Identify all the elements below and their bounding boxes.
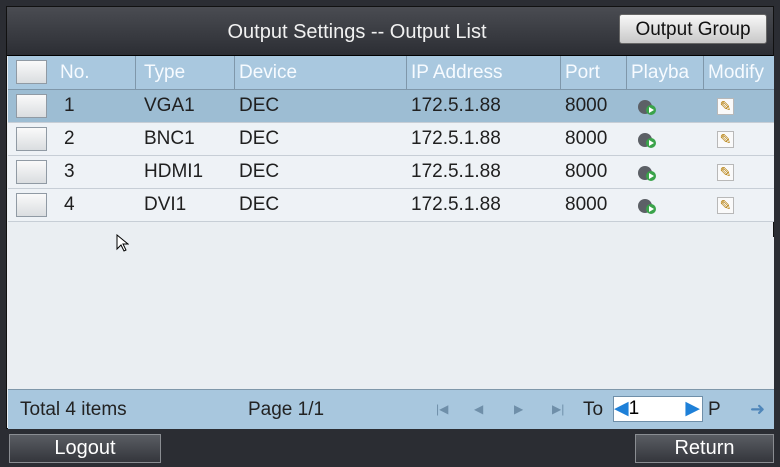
to-label: To	[583, 399, 604, 420]
pagination-bar: Total 4 items Page 1/1 |◀ ◀ ▶ ▶| To ◀1 ▶ …	[8, 389, 774, 429]
select-all-checkbox[interactable]	[16, 60, 47, 84]
row-number: 2	[64, 128, 75, 149]
return-button[interactable]: Return	[635, 434, 774, 463]
playback-icon[interactable]	[637, 98, 658, 116]
page-number-value: 1	[628, 398, 640, 419]
row-number: 4	[64, 194, 75, 215]
playback-icon[interactable]	[637, 131, 658, 149]
row-ip-address: 172.5.1.88	[411, 194, 501, 215]
output-table: No. Type Device IP Address Port Playba M…	[8, 56, 774, 222]
edit-icon[interactable]: ✎	[717, 164, 734, 181]
column-modify: Modify	[708, 62, 764, 83]
row-number: 3	[64, 161, 75, 182]
edit-icon[interactable]: ✎	[717, 197, 734, 214]
row-ip-address: 172.5.1.88	[411, 95, 501, 116]
table-row[interactable]: 3 HDMI1 DEC 172.5.1.88 8000 ✎	[8, 156, 774, 189]
page-indicator: Page 1/1	[248, 399, 325, 420]
title-bar: Output Settings -- Output List Output Gr…	[7, 7, 773, 56]
mouse-cursor-icon	[116, 234, 129, 252]
playback-icon[interactable]	[637, 164, 658, 182]
row-type: DVI1	[144, 194, 187, 215]
page-number-input[interactable]: ◀1 ▶	[613, 396, 703, 422]
row-checkbox[interactable]	[16, 160, 47, 184]
table-row[interactable]: 4 DVI1 DEC 172.5.1.88 8000 ✎	[8, 189, 774, 222]
row-device: DEC	[239, 128, 280, 149]
increment-page-icon[interactable]: ▶	[685, 397, 700, 421]
column-port: Port	[561, 56, 627, 89]
row-ip-address: 172.5.1.88	[411, 128, 501, 149]
page-suffix: P	[708, 399, 721, 420]
row-device: DEC	[239, 161, 280, 182]
row-port: 8000	[565, 128, 608, 149]
total-items: Total 4 items	[20, 399, 127, 420]
row-checkbox[interactable]	[16, 193, 47, 217]
row-ip-address: 172.5.1.88	[411, 161, 501, 182]
row-device: DEC	[239, 194, 280, 215]
row-port: 8000	[565, 194, 608, 215]
dvr-frame: Output Settings -- Output List Output Gr…	[0, 0, 780, 467]
column-type: Type	[140, 56, 235, 89]
playback-icon[interactable]	[637, 197, 658, 215]
output-list-window: Output Settings -- Output List Output Gr…	[6, 6, 774, 429]
window-title: Output Settings -- Output List	[227, 21, 487, 43]
output-group-button[interactable]: Output Group	[619, 14, 767, 44]
edit-icon[interactable]: ✎	[717, 131, 734, 148]
column-device: Device	[235, 56, 407, 89]
row-type: HDMI1	[144, 161, 204, 182]
table-row[interactable]: 1 VGA1 DEC 172.5.1.88 8000 ✎	[8, 90, 774, 123]
empty-list-area	[8, 237, 774, 389]
previous-page-icon[interactable]: ◀	[474, 402, 483, 416]
column-playback: Playba	[627, 56, 704, 89]
last-page-icon[interactable]: ▶|	[552, 402, 564, 416]
row-type: BNC1	[144, 128, 195, 149]
column-no: No.	[56, 56, 136, 89]
table-row[interactable]: 2 BNC1 DEC 172.5.1.88 8000 ✎	[8, 123, 774, 156]
row-port: 8000	[565, 161, 608, 182]
row-type: VGA1	[144, 95, 195, 116]
row-port: 8000	[565, 95, 608, 116]
go-arrow-icon[interactable]: ➜	[750, 399, 765, 420]
row-checkbox[interactable]	[16, 94, 47, 118]
logout-button[interactable]: Logout	[9, 434, 161, 463]
decrement-page-icon[interactable]: ◀	[614, 398, 629, 419]
column-ip-address: IP Address	[407, 56, 561, 89]
first-page-icon[interactable]: |◀	[436, 402, 448, 416]
row-device: DEC	[239, 95, 280, 116]
row-checkbox[interactable]	[16, 127, 47, 151]
row-number: 1	[64, 95, 75, 116]
edit-icon[interactable]: ✎	[717, 98, 734, 115]
table-header: No. Type Device IP Address Port Playba M…	[8, 56, 774, 90]
next-page-icon[interactable]: ▶	[514, 402, 523, 416]
